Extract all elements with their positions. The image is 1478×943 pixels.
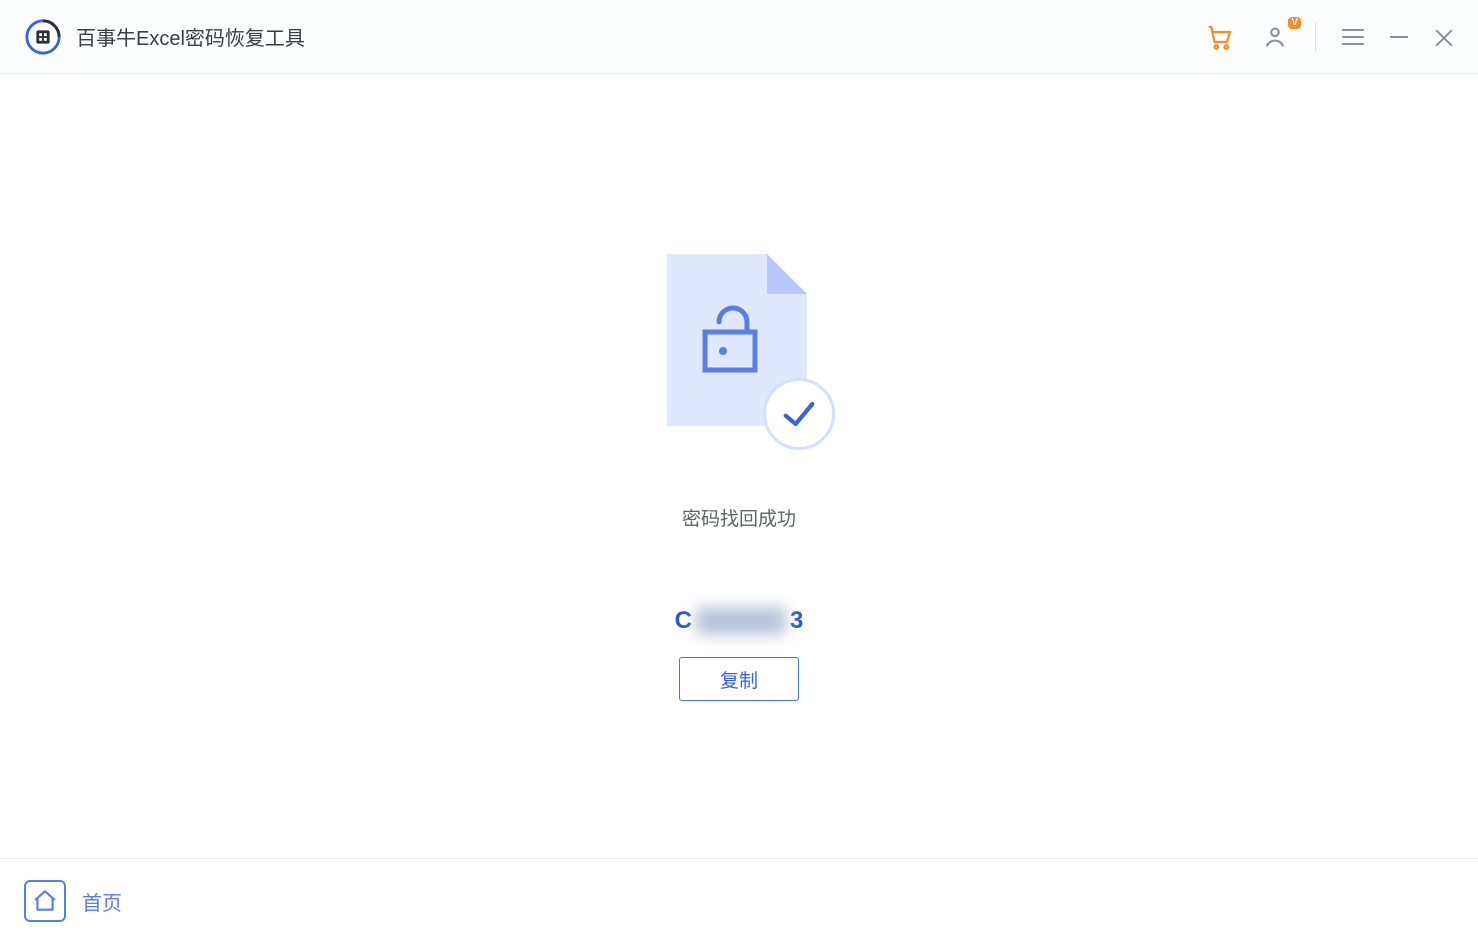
- main-content: 密码找回成功 C 3 复制: [0, 74, 1478, 858]
- success-illustration: [649, 254, 829, 444]
- header-left: 百事牛Excel密码恢复工具: [24, 18, 305, 56]
- app-header: 百事牛Excel密码恢复工具 V: [0, 0, 1478, 74]
- password-masked-middle: [696, 607, 786, 635]
- footer-bar: 首页: [0, 858, 1478, 943]
- header-divider: [1315, 22, 1316, 52]
- recovered-password: C 3: [675, 607, 804, 635]
- user-account-icon[interactable]: V: [1261, 23, 1289, 51]
- password-prefix: C: [675, 607, 692, 635]
- check-success-icon: [763, 378, 835, 450]
- cart-icon[interactable]: [1205, 22, 1235, 52]
- home-label[interactable]: 首页: [82, 887, 122, 916]
- success-message: 密码找回成功: [682, 504, 796, 531]
- app-logo-icon: [24, 18, 62, 56]
- menu-icon[interactable]: [1342, 29, 1364, 45]
- app-title: 百事牛Excel密码恢复工具: [76, 22, 305, 51]
- password-suffix: 3: [790, 607, 803, 635]
- header-right: V: [1205, 22, 1454, 52]
- home-icon[interactable]: [24, 880, 66, 922]
- copy-button[interactable]: 复制: [679, 657, 799, 701]
- minimize-button[interactable]: [1390, 36, 1408, 38]
- vip-badge: V: [1288, 17, 1301, 29]
- close-button[interactable]: [1434, 27, 1454, 47]
